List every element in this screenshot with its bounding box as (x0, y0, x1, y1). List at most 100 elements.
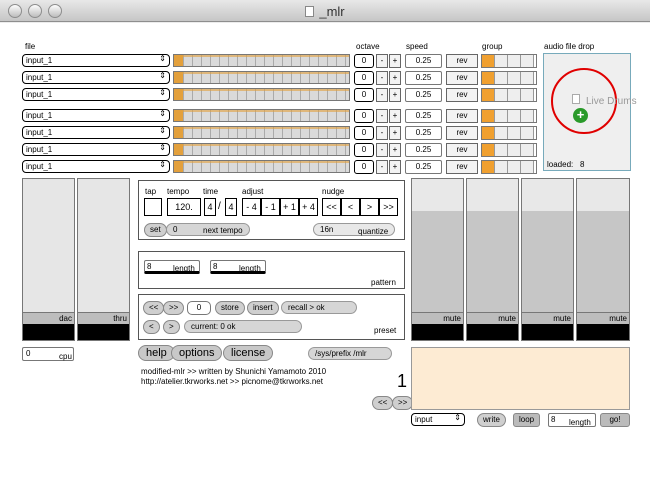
go-button[interactable]: go! (600, 413, 630, 427)
group-cell[interactable] (521, 110, 534, 122)
preset-next-far[interactable]: >> (163, 301, 185, 315)
speed-value[interactable]: 0.25 (405, 88, 442, 102)
preset-left[interactable]: < (143, 320, 160, 334)
group-cell[interactable] (495, 127, 508, 139)
playhead-matrix[interactable] (173, 143, 350, 156)
group-cell[interactable] (495, 72, 508, 84)
octave-plus-button[interactable]: + (389, 88, 401, 102)
page-prev-button[interactable]: << (372, 396, 394, 410)
octave-plus-button[interactable]: + (389, 143, 401, 157)
pattern-1-length[interactable]: 8 length (144, 260, 200, 274)
group-selector[interactable] (481, 54, 537, 68)
group-cell[interactable] (508, 89, 521, 101)
group-cell[interactable] (508, 144, 521, 156)
tap-button[interactable] (144, 198, 162, 216)
octave-plus-button[interactable]: + (389, 109, 401, 123)
rev-button[interactable]: rev (446, 88, 478, 102)
thru-fader[interactable]: thru (77, 178, 130, 341)
speed-value[interactable]: 0.25 (405, 109, 442, 123)
group-selector[interactable] (481, 143, 537, 157)
playhead-matrix[interactable] (173, 160, 350, 173)
octave-value[interactable]: 0 (354, 88, 374, 102)
group-cell[interactable] (482, 127, 495, 139)
group-cell[interactable] (482, 144, 495, 156)
playhead-matrix[interactable] (173, 88, 350, 101)
speed-value[interactable]: 0.25 (405, 71, 442, 85)
track-2-mute-fader[interactable]: mute (466, 178, 519, 341)
group-cell[interactable] (495, 89, 508, 101)
dac-fader[interactable]: dac (22, 178, 75, 341)
quantize-menu[interactable]: 16n quantize (313, 223, 395, 236)
file-menu[interactable]: input_1 ⇕ (22, 88, 170, 101)
pattern-2-length[interactable]: 8 length (210, 260, 266, 274)
octave-value[interactable]: 0 (354, 71, 374, 85)
prefix-field[interactable]: /sys/prefix /mlr (308, 347, 392, 360)
group-cell[interactable] (521, 55, 534, 67)
octave-minus-button[interactable]: - (376, 126, 388, 140)
track-1-mute-fader[interactable]: mute (411, 178, 464, 341)
rev-button[interactable]: rev (446, 109, 478, 123)
group-cell[interactable] (521, 161, 534, 173)
octave-minus-button[interactable]: - (376, 54, 388, 68)
speed-value[interactable]: 0.25 (405, 143, 442, 157)
group-selector[interactable] (481, 71, 537, 85)
rev-button[interactable]: rev (446, 71, 478, 85)
adjust-plus-4[interactable]: + 4 (299, 198, 318, 216)
speed-value[interactable]: 0.25 (405, 54, 442, 68)
group-cell[interactable] (482, 72, 495, 84)
rev-button[interactable]: rev (446, 54, 478, 68)
group-selector[interactable] (481, 160, 537, 174)
insert-button[interactable]: insert (247, 301, 279, 315)
playhead-matrix[interactable] (173, 71, 350, 84)
octave-minus-button[interactable]: - (376, 71, 388, 85)
speed-value[interactable]: 0.25 (405, 126, 442, 140)
octave-plus-button[interactable]: + (389, 54, 401, 68)
group-cell[interactable] (521, 144, 534, 156)
octave-value[interactable]: 0 (354, 109, 374, 123)
track-3-mute-fader[interactable]: mute (521, 178, 574, 341)
group-selector[interactable] (481, 126, 537, 140)
group-cell[interactable] (508, 161, 521, 173)
recall-button[interactable]: recall > ok (281, 301, 357, 314)
octave-minus-button[interactable]: - (376, 143, 388, 157)
group-cell[interactable] (521, 72, 534, 84)
rev-button[interactable]: rev (446, 143, 478, 157)
group-cell[interactable] (482, 89, 495, 101)
group-cell[interactable] (482, 55, 495, 67)
preset-number[interactable]: 0 (187, 301, 211, 315)
group-cell[interactable] (508, 110, 521, 122)
group-cell[interactable] (482, 161, 495, 173)
preset-right[interactable]: > (163, 320, 180, 334)
adjust-minus-1[interactable]: - 1 (261, 198, 280, 216)
group-cell[interactable] (495, 161, 508, 173)
octave-value[interactable]: 0 (354, 54, 374, 68)
speed-value[interactable]: 0.25 (405, 160, 442, 174)
audio-file-drop[interactable]: Live Drums + loaded: 8 (543, 53, 637, 171)
octave-minus-button[interactable]: - (376, 109, 388, 123)
adjust-plus-1[interactable]: + 1 (280, 198, 299, 216)
rec-length[interactable]: 8 length (548, 413, 596, 427)
octave-value[interactable]: 0 (354, 160, 374, 174)
octave-plus-button[interactable]: + (389, 71, 401, 85)
nudge-forward-far[interactable]: >> (379, 198, 398, 216)
adjust-minus-4[interactable]: - 4 (242, 198, 261, 216)
group-cell[interactable] (508, 72, 521, 84)
octave-value[interactable]: 0 (354, 126, 374, 140)
help-button[interactable]: help (138, 345, 175, 361)
write-button[interactable]: write (477, 413, 506, 427)
preset-prev-far[interactable]: << (143, 301, 165, 315)
time-numerator[interactable]: 4 (204, 198, 216, 216)
group-cell[interactable] (482, 110, 495, 122)
file-menu[interactable]: input_1 ⇕ (22, 54, 170, 67)
group-selector[interactable] (481, 88, 537, 102)
group-cell[interactable] (495, 55, 508, 67)
group-selector[interactable] (481, 109, 537, 123)
playhead-matrix[interactable] (173, 109, 350, 122)
loop-button[interactable]: loop (513, 413, 541, 427)
time-denominator[interactable]: 4 (225, 198, 237, 216)
group-cell[interactable] (495, 144, 508, 156)
file-menu[interactable]: input_1 ⇕ (22, 126, 170, 139)
store-button[interactable]: store (215, 301, 245, 315)
octave-value[interactable]: 0 (354, 143, 374, 157)
octave-plus-button[interactable]: + (389, 160, 401, 174)
